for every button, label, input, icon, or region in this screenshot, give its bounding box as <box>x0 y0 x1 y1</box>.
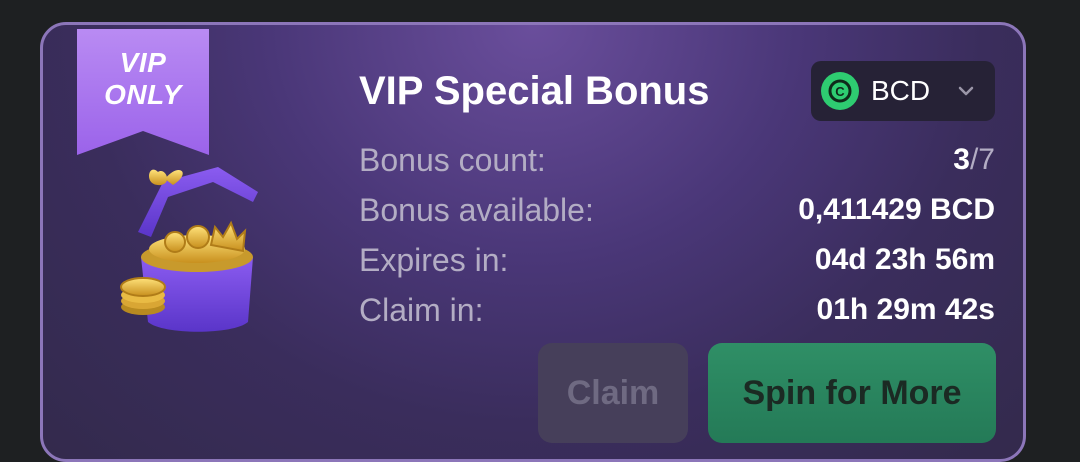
bonus-title: VIP Special Bonus <box>359 69 710 113</box>
stat-row-bonus-available: Bonus available: 0,411429 BCD <box>359 185 995 235</box>
stat-label: Bonus count: <box>359 141 546 178</box>
claim-button[interactable]: Claim <box>538 343 688 443</box>
bonus-count-current: 3 <box>953 143 970 176</box>
spin-for-more-button[interactable]: Spin for More <box>708 343 996 443</box>
stat-value: 0,411429 BCD <box>798 193 995 226</box>
bonus-count-total: /7 <box>969 143 995 176</box>
bcd-coin-icon: C <box>821 72 859 110</box>
vip-badge-line1: VIP <box>119 47 167 78</box>
bonus-stats: Bonus count: 3/7 Bonus available: 0,4114… <box>359 135 995 335</box>
gift-box-icon <box>120 167 258 332</box>
chevron-down-icon <box>958 86 974 96</box>
stat-label: Expires in: <box>359 241 509 278</box>
vip-only-badge: VIP ONLY <box>77 29 209 155</box>
stat-value: 01h 29m 42s <box>816 293 995 326</box>
currency-code: BCD <box>871 75 931 106</box>
stat-value: 3/7 <box>953 143 995 177</box>
stat-label: Claim in: <box>359 291 484 328</box>
stat-row-claim-in: Claim in: 01h 29m 42s <box>359 285 995 335</box>
stat-label: Bonus available: <box>359 191 594 228</box>
vip-bonus-card: VIP ONLY VIP Special Bonus C BCD Bonus c… <box>40 22 1026 462</box>
currency-selector[interactable]: C BCD <box>811 61 995 121</box>
vip-badge-line2: ONLY <box>104 79 182 110</box>
stat-row-bonus-count: Bonus count: 3/7 <box>359 135 995 185</box>
stat-row-expires-in: Expires in: 04d 23h 56m <box>359 235 995 285</box>
stat-value: 04d 23h 56m <box>814 243 995 276</box>
svg-text:C: C <box>835 84 845 99</box>
